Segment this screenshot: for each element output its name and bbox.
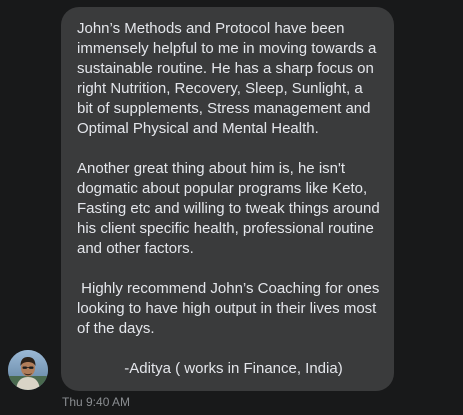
message-paragraph-1: John’s Methods and Protocol have been im… bbox=[77, 20, 381, 137]
sender-avatar[interactable] bbox=[8, 350, 48, 390]
message-paragraph-2: Another great thing about him is, he isn… bbox=[77, 160, 384, 257]
message-signature: -Aditya ( works in Finance, India) bbox=[124, 360, 343, 377]
message-timestamp: Thu 9:40 AM bbox=[62, 395, 131, 409]
message-paragraph-3: Highly recommend John’s Coaching for one… bbox=[77, 280, 384, 337]
user-avatar-icon bbox=[8, 350, 48, 390]
message-bubble[interactable]: John’s Methods and Protocol have been im… bbox=[61, 7, 394, 391]
